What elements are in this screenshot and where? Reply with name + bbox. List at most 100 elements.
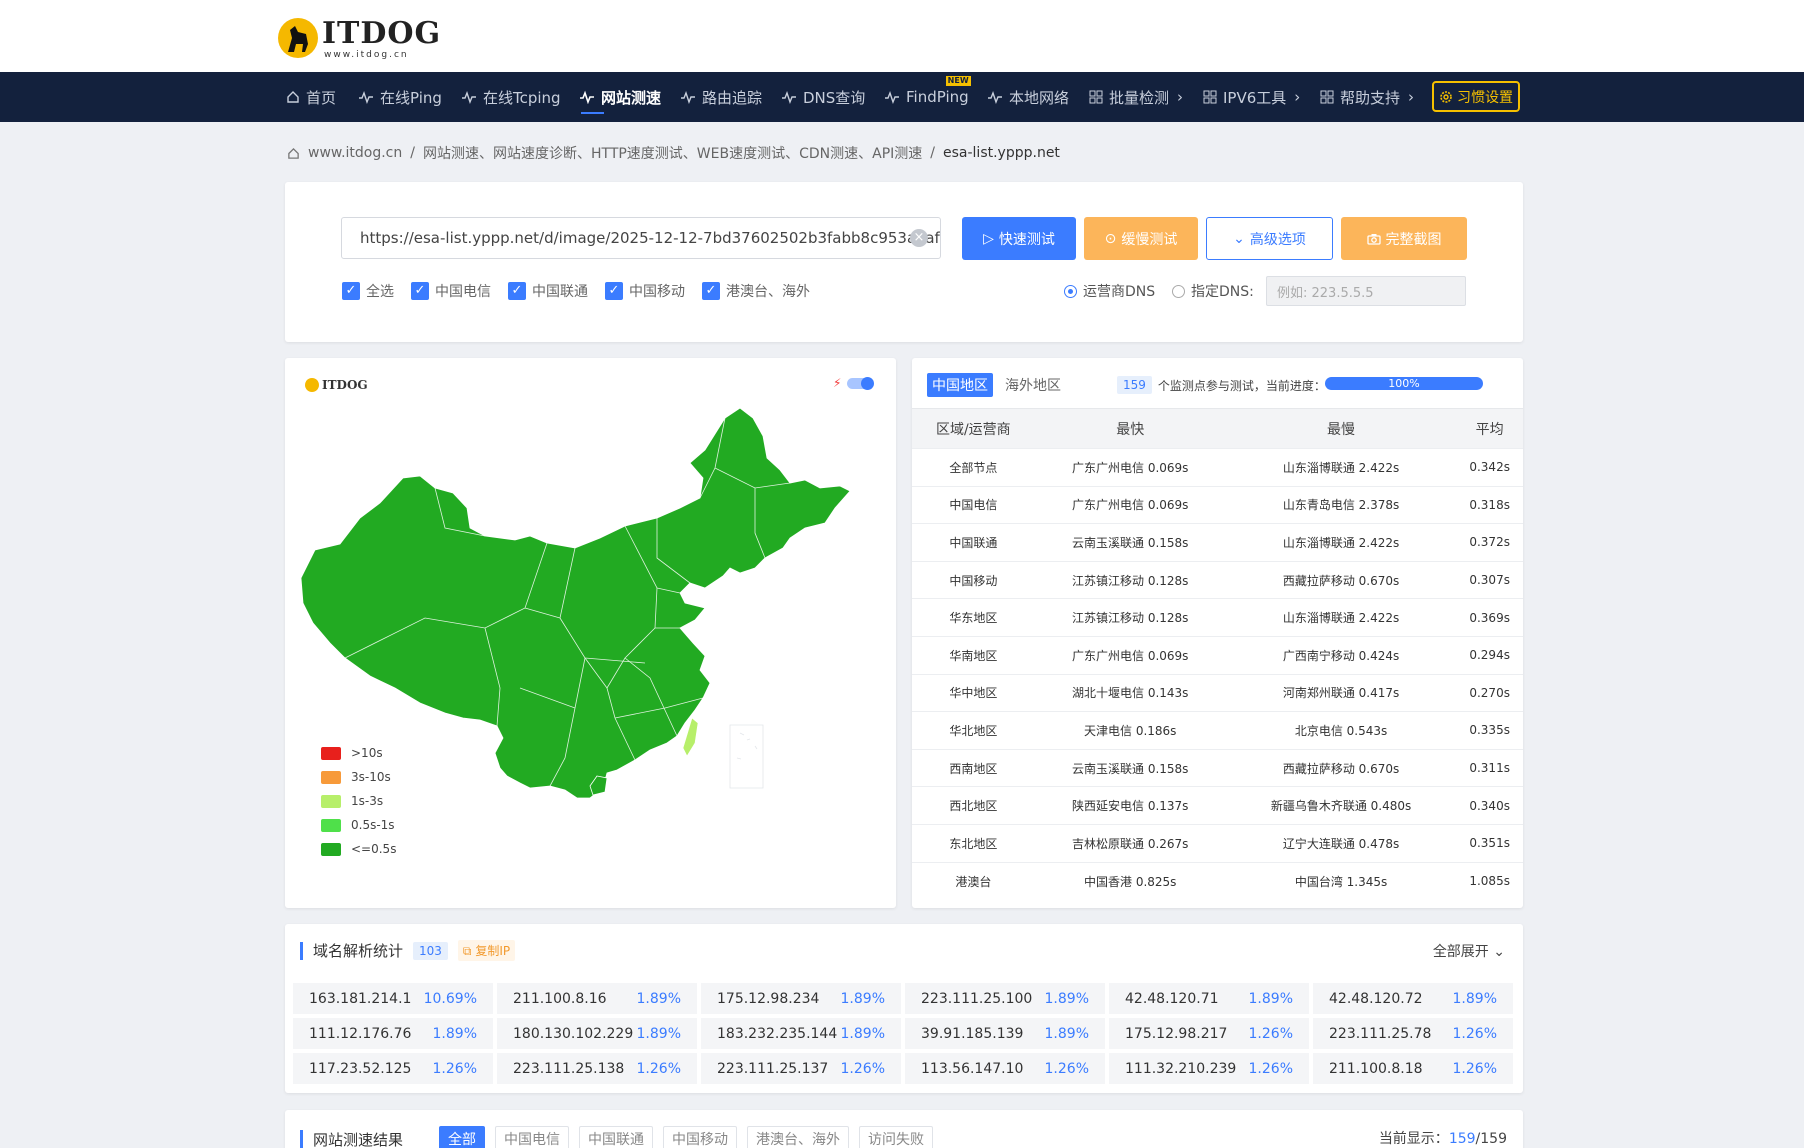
nav-help[interactable]: 帮助支持 › <box>1320 72 1414 122</box>
ip-item[interactable]: 111.12.176.76 1.89% <box>293 1018 493 1049</box>
full-screenshot-button[interactable]: 完整截图 <box>1341 217 1467 260</box>
ip-item[interactable]: 113.56.147.10 1.26% <box>905 1053 1105 1084</box>
filter-telecom[interactable]: 中国电信 <box>495 1126 570 1148</box>
filter-all[interactable]: 全部 <box>439 1126 486 1148</box>
nav-label: FindPing <box>906 88 969 106</box>
tab-china[interactable]: 中国地区 <box>927 373 993 397</box>
checkbox-telecom[interactable]: ✓ 中国电信 <box>411 281 491 301</box>
double-chevron-down-icon: ⌄ <box>1233 230 1245 247</box>
nav-batch[interactable]: 批量检测 › <box>1089 72 1183 122</box>
dns-input[interactable]: 例如: 223.5.5.5 <box>1266 276 1466 306</box>
table-row: 西南地区 云南玉溪联通 0.158s 西藏拉萨移动 0.670s 0.311s <box>912 748 1523 787</box>
ip-percent: 1.26% <box>1452 1025 1497 1042</box>
ip-address: 175.12.98.217 <box>1125 1025 1228 1042</box>
ip-item[interactable]: 183.232.235.144 1.89% <box>701 1018 901 1049</box>
url-input[interactable]: https://esa-list.yppp.net/d/image/2025-1… <box>341 217 941 259</box>
table-cell: 0.318s <box>1456 485 1523 524</box>
ip-item[interactable]: 42.48.120.72 1.89% <box>1313 983 1513 1014</box>
fast-test-button[interactable]: ▷ 快速测试 <box>962 217 1076 260</box>
radio-custom-dns[interactable]: 指定DNS: <box>1172 281 1254 301</box>
filter-failed[interactable]: 访问失败 <box>859 1126 934 1148</box>
table-cell: 山东青岛电信 2.378s <box>1225 485 1457 524</box>
ip-item[interactable]: 42.48.120.71 1.89% <box>1109 983 1309 1014</box>
nav-label: 在线Tcping <box>483 88 561 107</box>
nav-findping[interactable]: FindPing NEW <box>884 72 971 122</box>
slow-test-button[interactable]: ⊙ 缓慢测试 <box>1084 217 1198 260</box>
brand-name: ITDOG <box>322 16 442 51</box>
ip-item[interactable]: 223.111.25.137 1.26% <box>701 1053 901 1084</box>
expand-all-button[interactable]: 全部展开 ⌄ <box>1433 941 1505 961</box>
filter-mobile[interactable]: 中国移动 <box>663 1126 738 1148</box>
table-cell: 广东广州电信 0.069s <box>1034 485 1226 524</box>
nav-website-speed[interactable]: 网站测速 <box>579 72 661 122</box>
table-cell: 0.351s <box>1456 823 1523 863</box>
table-cell: 0.270s <box>1456 673 1523 712</box>
legend-item: <=0.5s <box>321 837 396 861</box>
table-cell: 华北地区 <box>912 711 1035 750</box>
ip-percent: 1.26% <box>1452 1060 1497 1077</box>
ip-item[interactable]: 211.100.8.18 1.26% <box>1313 1053 1513 1084</box>
checkbox-overseas[interactable]: ✓ 港澳台、海外 <box>702 281 810 301</box>
ip-address: 163.181.214.1 <box>309 990 412 1007</box>
table-cell: 北京电信 0.543s <box>1225 711 1457 750</box>
site-logo[interactable]: ITDOG www.itdog.cn <box>278 14 442 60</box>
checkbox-all[interactable]: ✓ 全选 <box>342 281 394 301</box>
ip-percent: 1.89% <box>1452 990 1497 1007</box>
nav-tcping[interactable]: 在线Tcping <box>461 72 561 122</box>
table-cell: 1.085s <box>1456 861 1523 900</box>
nav-ipv6[interactable]: IPV6工具 › <box>1203 72 1300 122</box>
table-row: 华北地区 天津电信 0.186s 北京电信 0.543s 0.335s <box>912 711 1523 750</box>
checkbox-unicom[interactable]: ✓ 中国联通 <box>508 281 588 301</box>
habit-settings-button[interactable]: 习惯设置 <box>1432 81 1520 112</box>
legend-item: 3s-10s <box>321 765 396 789</box>
ip-percent: 1.26% <box>1248 1025 1293 1042</box>
home-icon <box>287 91 299 103</box>
ip-item[interactable]: 223.111.25.78 1.26% <box>1313 1018 1513 1049</box>
filter-unicom[interactable]: 中国联通 <box>579 1126 654 1148</box>
nav-local-network[interactable]: 本地网络 <box>987 72 1069 122</box>
ip-address: 223.111.25.137 <box>717 1060 829 1077</box>
table-cell: 吉林松原联通 0.267s <box>1034 823 1226 863</box>
breadcrumb-section[interactable]: 网站测速、网站速度诊断、HTTP速度测试、WEB速度测试、CDN测速、API测速 <box>423 143 922 163</box>
progress-bar: 100% <box>1325 377 1483 390</box>
tab-overseas[interactable]: 海外地区 <box>1005 375 1061 395</box>
chevron-right-icon: › <box>1177 88 1184 106</box>
table-row: 中国联通 云南玉溪联通 0.158s 山东淄博联通 2.422s 0.372s <box>912 523 1523 562</box>
advanced-options-button[interactable]: ⌄ 高级选项 <box>1206 217 1333 260</box>
ip-item[interactable]: 180.130.102.229 1.89% <box>497 1018 697 1049</box>
nav-dns[interactable]: DNS查询 <box>781 72 865 122</box>
legend-item: 0.5s-1s <box>321 813 396 837</box>
table-cell: 湖北十堰电信 0.143s <box>1034 673 1226 712</box>
checkbox-mobile[interactable]: ✓ 中国移动 <box>605 281 685 301</box>
nav-label: 在线Ping <box>380 88 442 107</box>
ip-address: 39.91.185.139 <box>921 1025 1024 1042</box>
ip-item[interactable]: 111.32.210.239 1.26% <box>1109 1053 1309 1084</box>
ip-item[interactable]: 39.91.185.139 1.89% <box>905 1018 1105 1049</box>
radio-isp-dns[interactable]: 运营商DNS <box>1064 281 1155 301</box>
ip-item[interactable]: 223.111.25.100 1.89% <box>905 983 1105 1014</box>
col-header: 最慢 <box>1225 408 1457 449</box>
ip-percent: 1.89% <box>636 1025 681 1042</box>
copy-ip-button[interactable]: ⧉ 复制IP <box>457 940 516 961</box>
showing-count: 当前显示：159/159 <box>1378 1131 1507 1147</box>
chevron-down-icon: ⌄ <box>1493 944 1505 960</box>
results-header: 网站测速结果 全部 中国电信 中国联通 中国移动 港澳台、海外 访问失败 <box>300 1126 934 1148</box>
table-cell: 0.340s <box>1456 786 1523 825</box>
ip-item[interactable]: 175.12.98.234 1.89% <box>701 983 901 1014</box>
legend-swatch <box>321 842 341 856</box>
ip-percent: 1.89% <box>636 990 681 1007</box>
table-cell: 河南郑州联通 0.417s <box>1225 673 1457 712</box>
ip-item[interactable]: 211.100.8.16 1.89% <box>497 983 697 1014</box>
clear-icon[interactable]: × <box>910 229 928 247</box>
nav-home[interactable]: 首页 <box>286 72 336 122</box>
breadcrumb-home[interactable]: www.itdog.cn <box>308 145 402 161</box>
nav-traceroute[interactable]: 路由追踪 <box>680 72 762 122</box>
ip-item[interactable]: 175.12.98.217 1.26% <box>1109 1018 1309 1049</box>
table-cell: 华东地区 <box>912 598 1035 637</box>
main-nav: 首页 在线Ping 在线Tcping 网站测速 路由追踪 DNS查询 FindP… <box>0 72 1804 122</box>
ip-item[interactable]: 223.111.25.138 1.26% <box>497 1053 697 1084</box>
ip-item[interactable]: 163.181.214.1 10.69% <box>293 983 493 1014</box>
ip-item[interactable]: 117.23.52.125 1.26% <box>293 1053 493 1084</box>
nav-ping[interactable]: 在线Ping <box>358 72 442 122</box>
filter-overseas[interactable]: 港澳台、海外 <box>747 1126 850 1148</box>
